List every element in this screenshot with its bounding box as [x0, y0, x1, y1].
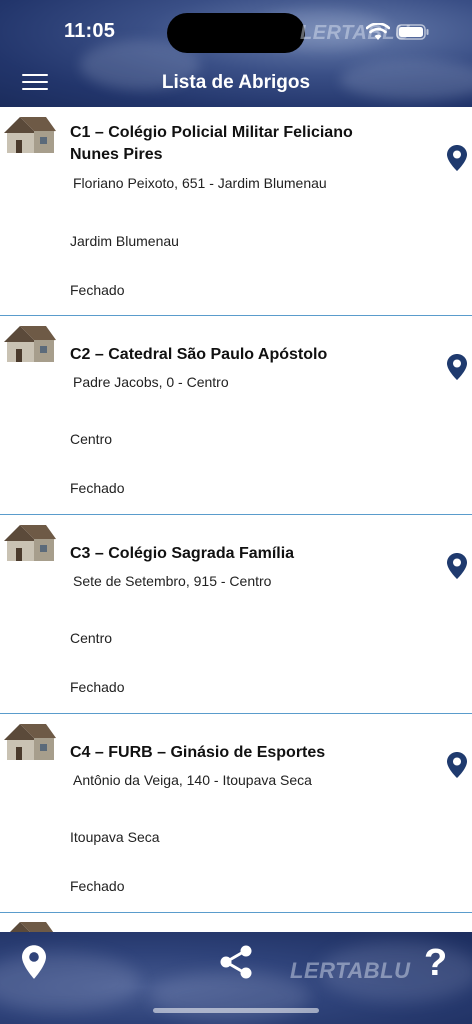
shelter-card-c1[interactable]: C1 – Colégio Policial Militar Feliciano …: [0, 107, 472, 316]
shelter-title: C3 – Colégio Sagrada Família: [70, 545, 295, 562]
footer-watermark: LERTABLU: [290, 958, 411, 983]
shelter-card-c2[interactable]: C2 – Catedral São Paulo Apóstolo Padre J…: [0, 316, 472, 515]
share-icon[interactable]: [218, 944, 254, 980]
shelter-title: C2 – Catedral São Paulo Apóstolo: [70, 346, 328, 363]
house-icon: [4, 117, 56, 153]
shelter-card-c3[interactable]: C3 – Colégio Sagrada Família Sete de Set…: [0, 515, 472, 714]
shelter-status: Fechado: [70, 679, 125, 695]
shelter-title: C4 – FURB – Ginásio de Esportes: [70, 744, 326, 761]
house-icon: [4, 326, 56, 362]
home-indicator: [153, 1008, 319, 1013]
shelter-address: Padre Jacobs, 0 - Centro: [73, 374, 229, 390]
house-icon: [4, 525, 56, 561]
shelter-status: Fechado: [70, 480, 125, 496]
header-watermark: LERTABLU: [300, 22, 410, 44]
shelter-neighborhood: Centro: [70, 431, 113, 447]
location-pin-icon[interactable]: [447, 145, 467, 171]
shelter-status: Fechado: [70, 282, 125, 298]
wifi-icon: [366, 23, 390, 40]
shelter-neighborhood: Centro: [70, 630, 113, 646]
location-pin-icon[interactable]: [447, 553, 467, 579]
shelter-address: Antônio da Veiga, 140 - Itoupava Seca: [73, 772, 312, 788]
dynamic-island: [167, 13, 305, 53]
shelter-card-c4[interactable]: C4 – FURB – Ginásio de Esportes Antônio …: [0, 714, 472, 913]
location-pin-icon[interactable]: [22, 945, 46, 979]
shelter-address: Sete de Setembro, 915 - Centro: [73, 573, 272, 589]
shelter-address: Floriano Peixoto, 651 - Jardim Blumenau: [73, 175, 327, 191]
location-pin-icon[interactable]: [447, 752, 467, 778]
shelter-list: C1 – Colégio Policial Militar Feliciano …: [0, 107, 472, 913]
house-icon: [4, 724, 56, 760]
battery-icon: [396, 24, 429, 40]
shelter-neighborhood: Itoupava Seca: [70, 829, 160, 845]
shelter-neighborhood: Jardim Blumenau: [70, 233, 179, 249]
help-icon[interactable]: ?: [424, 942, 447, 985]
app-header: 11:05 LERTABLU Lista de Abrigos: [0, 0, 472, 107]
shelter-status: Fechado: [70, 878, 125, 894]
status-time: 11:05: [64, 20, 116, 42]
shelter-title: C1 – Colégio Policial Militar Feliciano …: [70, 124, 353, 163]
page-title: Lista de Abrigos: [161, 72, 311, 93]
location-pin-icon[interactable]: [447, 354, 467, 380]
